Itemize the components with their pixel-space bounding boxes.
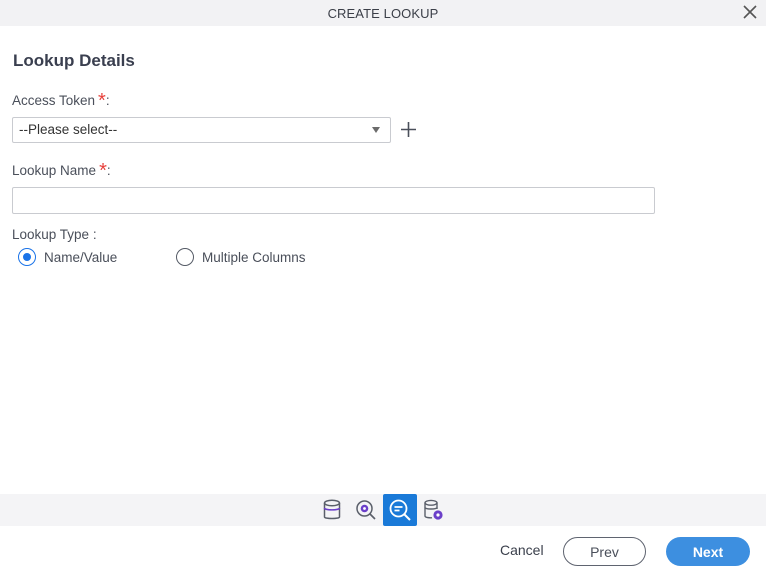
plus-icon[interactable] [400,121,417,138]
dialog-header: CREATE LOOKUP [0,0,766,26]
step-search-settings[interactable] [349,494,383,526]
radio-dot [23,253,31,261]
dialog-title: CREATE LOOKUP [327,5,439,21]
prev-button[interactable]: Prev [563,537,646,566]
search-details-icon [389,499,411,521]
required-mark: * [98,90,106,112]
required-mark: * [99,160,107,182]
section-title: Lookup Details [13,51,135,70]
next-button[interactable]: Next [666,537,750,566]
radio-button-unchecked[interactable] [176,248,194,266]
step-database[interactable] [315,494,349,526]
access-token-select[interactable]: --Please select-- [12,117,391,143]
radio-label: Name/Value [44,249,118,265]
close-icon[interactable] [741,3,759,21]
step-search-details[interactable] [383,494,417,526]
dropdown-arrow-icon [372,127,380,133]
lookup-name-input[interactable] [12,187,655,214]
radio-multiple-columns[interactable]: Multiple Columns [176,248,306,266]
label-colon: : [105,93,110,108]
cancel-button[interactable]: Cancel [500,542,544,558]
access-token-label: Access Token *: [12,91,110,111]
lookup-name-label-text: Lookup Name [12,163,97,178]
access-token-label-text: Access Token [12,93,96,108]
lookup-name-label: Lookup Name *: [12,161,111,181]
label-colon: : [106,163,111,178]
search-settings-icon [356,500,376,520]
radio-button-checked[interactable] [18,248,36,266]
database-settings-icon [424,499,443,520]
lookup-type-label: Lookup Type : [12,227,97,242]
radio-label: Multiple Columns [202,249,306,265]
access-token-selected-value: --Please select-- [19,122,118,137]
wizard-step-bar [0,494,766,526]
radio-name-value[interactable]: Name/Value [18,248,117,266]
step-database-settings[interactable] [417,494,451,526]
database-icon [323,499,341,520]
